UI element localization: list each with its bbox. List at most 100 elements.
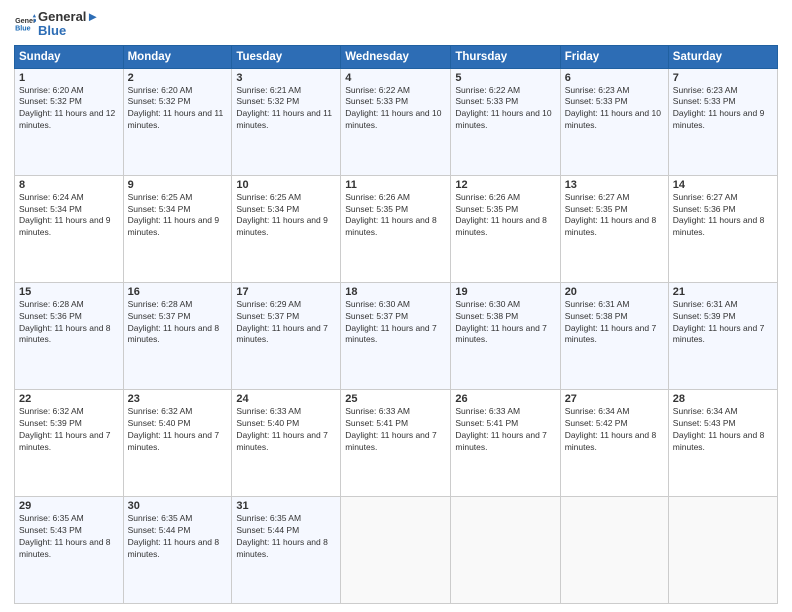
sunset-label: Sunset: 5:38 PM bbox=[565, 311, 628, 321]
sunrise-label: Sunrise: 6:30 AM bbox=[455, 299, 520, 309]
sunset-label: Sunset: 5:34 PM bbox=[128, 204, 191, 214]
calendar-cell: 9 Sunrise: 6:25 AM Sunset: 5:34 PM Dayli… bbox=[123, 175, 232, 282]
sunrise-label: Sunrise: 6:26 AM bbox=[455, 192, 520, 202]
col-thursday: Thursday bbox=[451, 45, 560, 68]
day-number: 3 bbox=[236, 72, 336, 84]
calendar-cell: 25 Sunrise: 6:33 AM Sunset: 5:41 PM Dayl… bbox=[341, 389, 451, 496]
svg-text:Blue: Blue bbox=[15, 25, 31, 33]
daylight-label: Daylight: 11 hours and 8 minutes. bbox=[19, 537, 111, 559]
sunrise-label: Sunrise: 6:34 AM bbox=[565, 406, 630, 416]
calendar-week-row: 22 Sunrise: 6:32 AM Sunset: 5:39 PM Dayl… bbox=[15, 389, 778, 496]
col-friday: Friday bbox=[560, 45, 668, 68]
day-number: 4 bbox=[345, 72, 446, 84]
calendar-cell: 22 Sunrise: 6:32 AM Sunset: 5:39 PM Dayl… bbox=[15, 389, 124, 496]
day-info: Sunrise: 6:27 AM Sunset: 5:36 PM Dayligh… bbox=[673, 192, 773, 240]
col-tuesday: Tuesday bbox=[232, 45, 341, 68]
calendar-cell: 23 Sunrise: 6:32 AM Sunset: 5:40 PM Dayl… bbox=[123, 389, 232, 496]
sunrise-label: Sunrise: 6:32 AM bbox=[19, 406, 84, 416]
day-number: 31 bbox=[236, 500, 336, 512]
calendar-cell: 28 Sunrise: 6:34 AM Sunset: 5:43 PM Dayl… bbox=[668, 389, 777, 496]
sunset-label: Sunset: 5:34 PM bbox=[236, 204, 299, 214]
sunrise-label: Sunrise: 6:30 AM bbox=[345, 299, 410, 309]
sunset-label: Sunset: 5:36 PM bbox=[19, 311, 82, 321]
calendar-week-row: 29 Sunrise: 6:35 AM Sunset: 5:43 PM Dayl… bbox=[15, 496, 778, 603]
sunset-label: Sunset: 5:33 PM bbox=[345, 96, 408, 106]
day-info: Sunrise: 6:30 AM Sunset: 5:37 PM Dayligh… bbox=[345, 299, 446, 347]
daylight-label: Daylight: 11 hours and 7 minutes. bbox=[455, 430, 547, 452]
sunrise-label: Sunrise: 6:29 AM bbox=[236, 299, 301, 309]
daylight-label: Daylight: 11 hours and 11 minutes. bbox=[128, 108, 224, 130]
day-info: Sunrise: 6:23 AM Sunset: 5:33 PM Dayligh… bbox=[673, 85, 773, 133]
col-wednesday: Wednesday bbox=[341, 45, 451, 68]
sunset-label: Sunset: 5:36 PM bbox=[673, 204, 736, 214]
daylight-label: Daylight: 11 hours and 9 minutes. bbox=[673, 108, 765, 130]
day-info: Sunrise: 6:24 AM Sunset: 5:34 PM Dayligh… bbox=[19, 192, 119, 240]
calendar-cell: 11 Sunrise: 6:26 AM Sunset: 5:35 PM Dayl… bbox=[341, 175, 451, 282]
sunset-label: Sunset: 5:37 PM bbox=[236, 311, 299, 321]
sunset-label: Sunset: 5:43 PM bbox=[19, 525, 82, 535]
calendar-cell: 26 Sunrise: 6:33 AM Sunset: 5:41 PM Dayl… bbox=[451, 389, 560, 496]
daylight-label: Daylight: 11 hours and 8 minutes. bbox=[565, 430, 657, 452]
day-number: 29 bbox=[19, 500, 119, 512]
sunset-label: Sunset: 5:32 PM bbox=[128, 96, 191, 106]
calendar-cell: 2 Sunrise: 6:20 AM Sunset: 5:32 PM Dayli… bbox=[123, 68, 232, 175]
day-number: 12 bbox=[455, 179, 555, 191]
sunset-label: Sunset: 5:33 PM bbox=[565, 96, 628, 106]
sunset-label: Sunset: 5:35 PM bbox=[565, 204, 628, 214]
calendar-cell: 1 Sunrise: 6:20 AM Sunset: 5:32 PM Dayli… bbox=[15, 68, 124, 175]
daylight-label: Daylight: 11 hours and 10 minutes. bbox=[345, 108, 441, 130]
day-number: 5 bbox=[455, 72, 555, 84]
daylight-label: Daylight: 11 hours and 7 minutes. bbox=[345, 430, 437, 452]
calendar-cell: 4 Sunrise: 6:22 AM Sunset: 5:33 PM Dayli… bbox=[341, 68, 451, 175]
sunrise-label: Sunrise: 6:31 AM bbox=[673, 299, 738, 309]
sunrise-label: Sunrise: 6:25 AM bbox=[128, 192, 193, 202]
day-number: 10 bbox=[236, 179, 336, 191]
sunset-label: Sunset: 5:37 PM bbox=[345, 311, 408, 321]
calendar-cell: 5 Sunrise: 6:22 AM Sunset: 5:33 PM Dayli… bbox=[451, 68, 560, 175]
day-number: 1 bbox=[19, 72, 119, 84]
day-number: 11 bbox=[345, 179, 446, 191]
day-info: Sunrise: 6:31 AM Sunset: 5:39 PM Dayligh… bbox=[673, 299, 773, 347]
day-info: Sunrise: 6:35 AM Sunset: 5:44 PM Dayligh… bbox=[128, 513, 228, 561]
day-info: Sunrise: 6:26 AM Sunset: 5:35 PM Dayligh… bbox=[345, 192, 446, 240]
calendar-cell: 6 Sunrise: 6:23 AM Sunset: 5:33 PM Dayli… bbox=[560, 68, 668, 175]
day-info: Sunrise: 6:33 AM Sunset: 5:41 PM Dayligh… bbox=[455, 406, 555, 454]
daylight-label: Daylight: 11 hours and 9 minutes. bbox=[236, 215, 328, 237]
daylight-label: Daylight: 11 hours and 8 minutes. bbox=[128, 323, 220, 345]
day-number: 24 bbox=[236, 393, 336, 405]
sunset-label: Sunset: 5:39 PM bbox=[673, 311, 736, 321]
day-info: Sunrise: 6:32 AM Sunset: 5:39 PM Dayligh… bbox=[19, 406, 119, 454]
logo-line1: General► bbox=[38, 10, 99, 24]
day-info: Sunrise: 6:29 AM Sunset: 5:37 PM Dayligh… bbox=[236, 299, 336, 347]
sunset-label: Sunset: 5:33 PM bbox=[455, 96, 518, 106]
day-info: Sunrise: 6:34 AM Sunset: 5:43 PM Dayligh… bbox=[673, 406, 773, 454]
sunset-label: Sunset: 5:32 PM bbox=[236, 96, 299, 106]
calendar-cell: 24 Sunrise: 6:33 AM Sunset: 5:40 PM Dayl… bbox=[232, 389, 341, 496]
daylight-label: Daylight: 11 hours and 8 minutes. bbox=[236, 537, 328, 559]
sunset-label: Sunset: 5:34 PM bbox=[19, 204, 82, 214]
calendar-cell bbox=[451, 496, 560, 603]
sunrise-label: Sunrise: 6:35 AM bbox=[19, 513, 84, 523]
sunrise-label: Sunrise: 6:22 AM bbox=[345, 85, 410, 95]
sunset-label: Sunset: 5:32 PM bbox=[19, 96, 82, 106]
day-number: 20 bbox=[565, 286, 664, 298]
calendar-cell: 10 Sunrise: 6:25 AM Sunset: 5:34 PM Dayl… bbox=[232, 175, 341, 282]
page: General Blue General► Blue Sunday Monday… bbox=[0, 0, 792, 612]
sunrise-label: Sunrise: 6:27 AM bbox=[565, 192, 630, 202]
daylight-label: Daylight: 11 hours and 11 minutes. bbox=[236, 108, 332, 130]
daylight-label: Daylight: 11 hours and 8 minutes. bbox=[455, 215, 547, 237]
calendar-cell: 21 Sunrise: 6:31 AM Sunset: 5:39 PM Dayl… bbox=[668, 282, 777, 389]
sunrise-label: Sunrise: 6:21 AM bbox=[236, 85, 301, 95]
calendar-week-row: 8 Sunrise: 6:24 AM Sunset: 5:34 PM Dayli… bbox=[15, 175, 778, 282]
sunset-label: Sunset: 5:44 PM bbox=[236, 525, 299, 535]
sunrise-label: Sunrise: 6:23 AM bbox=[673, 85, 738, 95]
sunrise-label: Sunrise: 6:35 AM bbox=[236, 513, 301, 523]
day-number: 28 bbox=[673, 393, 773, 405]
day-info: Sunrise: 6:33 AM Sunset: 5:41 PM Dayligh… bbox=[345, 406, 446, 454]
sunrise-label: Sunrise: 6:33 AM bbox=[455, 406, 520, 416]
day-info: Sunrise: 6:23 AM Sunset: 5:33 PM Dayligh… bbox=[565, 85, 664, 133]
calendar-cell bbox=[341, 496, 451, 603]
calendar-cell: 8 Sunrise: 6:24 AM Sunset: 5:34 PM Dayli… bbox=[15, 175, 124, 282]
day-number: 25 bbox=[345, 393, 446, 405]
day-info: Sunrise: 6:25 AM Sunset: 5:34 PM Dayligh… bbox=[128, 192, 228, 240]
